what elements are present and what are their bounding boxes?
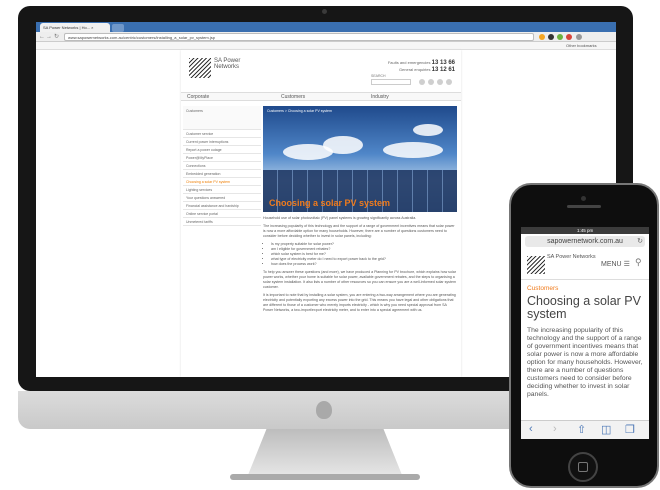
- divider: [521, 279, 649, 280]
- list-item: how does the process work?: [271, 262, 457, 267]
- facebook-icon[interactable]: [428, 79, 434, 85]
- breadcrumb: Customers > Choosing a solar PV system: [267, 109, 332, 113]
- star-icon[interactable]: [539, 34, 545, 40]
- search-label: SEARCH: [371, 74, 386, 78]
- search-icon[interactable]: [419, 79, 425, 85]
- extension-icon-green[interactable]: [557, 34, 563, 40]
- twitter-icon[interactable]: [437, 79, 443, 85]
- tabs-icon[interactable]: ❐: [625, 423, 635, 436]
- page-title: Choosing a solar PV system: [269, 198, 391, 208]
- sidebar-item[interactable]: Online service portal: [183, 210, 261, 218]
- rss-icon[interactable]: [446, 79, 452, 85]
- logo-text: SA Power Networks: [214, 58, 241, 70]
- article-body: Household use of solar photovoltaic (PV)…: [263, 216, 457, 316]
- reload-icon[interactable]: ↻: [637, 236, 643, 247]
- sidebar-item[interactable]: Current power interruptions: [183, 138, 261, 146]
- sidebar-item[interactable]: Power@MyPlace: [183, 154, 261, 162]
- cloud: [383, 142, 443, 158]
- search-icon[interactable]: ⚲: [635, 257, 642, 268]
- intro-text: Household use of solar photovoltaic (PV)…: [263, 216, 417, 220]
- main-nav: [181, 92, 461, 101]
- cloud: [323, 136, 363, 154]
- sidebar-item[interactable]: Your questions answered: [183, 194, 261, 202]
- reload-icon[interactable]: ↻: [54, 34, 59, 40]
- hamburger-icon: ☰: [623, 261, 630, 268]
- phone-url: sapowernetwork.com.au: [547, 238, 623, 245]
- phone-camera: [581, 196, 586, 201]
- imac-stand: [248, 429, 402, 475]
- sidebar-heading: Customers: [183, 106, 261, 130]
- sidebar-item[interactable]: Lighting services: [183, 186, 261, 194]
- forward-icon[interactable]: ›: [553, 423, 557, 435]
- nav-customers[interactable]: Customers: [281, 94, 305, 100]
- sidebar: Customers Customer service Current power…: [183, 106, 261, 226]
- nav-corporate[interactable]: Corporate: [187, 94, 209, 100]
- extension-icon-red[interactable]: [566, 34, 572, 40]
- bookmarks-icon[interactable]: ◫: [601, 423, 611, 436]
- article-body: The increasing popularity of this techno…: [527, 327, 643, 398]
- logo-text: SA Power Networks: [547, 254, 596, 260]
- page-title: Choosing a solar PV system: [527, 294, 641, 321]
- phone-speaker: [567, 205, 601, 208]
- share-icon[interactable]: ⇧: [577, 423, 586, 436]
- forward-arrow-icon[interactable]: →: [46, 34, 52, 40]
- paragraph: To help you answer these questions (and …: [263, 270, 456, 289]
- extension-icon[interactable]: [548, 34, 554, 40]
- sidebar-item[interactable]: Embedded generation: [183, 170, 261, 178]
- sidebar-item[interactable]: Report a power outage: [183, 146, 261, 154]
- sa-power-logo-icon: [189, 58, 211, 78]
- phone-address-bar[interactable]: sapowernetwork.com.au ↻: [525, 236, 645, 247]
- new-tab-button[interactable]: [112, 24, 124, 32]
- browser-tab[interactable]: SA Power Networks | Ho... ×: [40, 23, 110, 32]
- imac-foot: [230, 474, 420, 480]
- other-bookmarks[interactable]: Other bookmarks: [566, 43, 597, 48]
- breadcrumb[interactable]: Customers: [527, 285, 558, 292]
- back-arrow-icon[interactable]: ←: [39, 34, 45, 40]
- address-bar[interactable]: www.sapowernetworks.com.au/centric/custo…: [64, 33, 534, 41]
- enquiries-phone: General enquiries 13 12 61: [398, 67, 455, 73]
- sidebar-item-active[interactable]: Choosing a solar PV system: [183, 178, 261, 186]
- sa-power-logo-icon: [527, 256, 545, 274]
- sidebar-item[interactable]: Unmetered tariffs: [183, 218, 261, 226]
- sidebar-item[interactable]: Customer service: [183, 130, 261, 138]
- status-time: 1:45 pm: [577, 228, 594, 233]
- menu-button[interactable]: MENU ☰: [601, 260, 630, 268]
- bookmarks-bar: [36, 42, 616, 50]
- back-icon[interactable]: ‹: [529, 423, 533, 435]
- search-input[interactable]: [371, 79, 411, 85]
- question-list: Is my property suitable for solar power?…: [271, 242, 457, 267]
- hero-image: Customers > Choosing a solar PV system C…: [263, 106, 457, 212]
- website-page: SA Power Networks Faults and emergencies…: [181, 50, 461, 377]
- imac-camera: [322, 9, 327, 14]
- apple-logo-icon: [316, 401, 332, 419]
- cloud: [413, 124, 443, 136]
- phone-screen: 1:45 pm sapowernetwork.com.au ↻ SA Power…: [521, 227, 649, 439]
- faults-phone: Faults and emergencies 13 13 66: [387, 60, 455, 66]
- sidebar-item[interactable]: Connections: [183, 162, 261, 170]
- home-button-icon: [578, 462, 588, 472]
- sidebar-item[interactable]: Financial assistance and hardship: [183, 202, 261, 210]
- paragraph: It is important to note that by installi…: [263, 293, 456, 312]
- nav-industry[interactable]: Industry: [371, 94, 389, 100]
- paragraph: The increasing popularity of this techno…: [263, 224, 455, 238]
- menu-icon[interactable]: [576, 34, 582, 40]
